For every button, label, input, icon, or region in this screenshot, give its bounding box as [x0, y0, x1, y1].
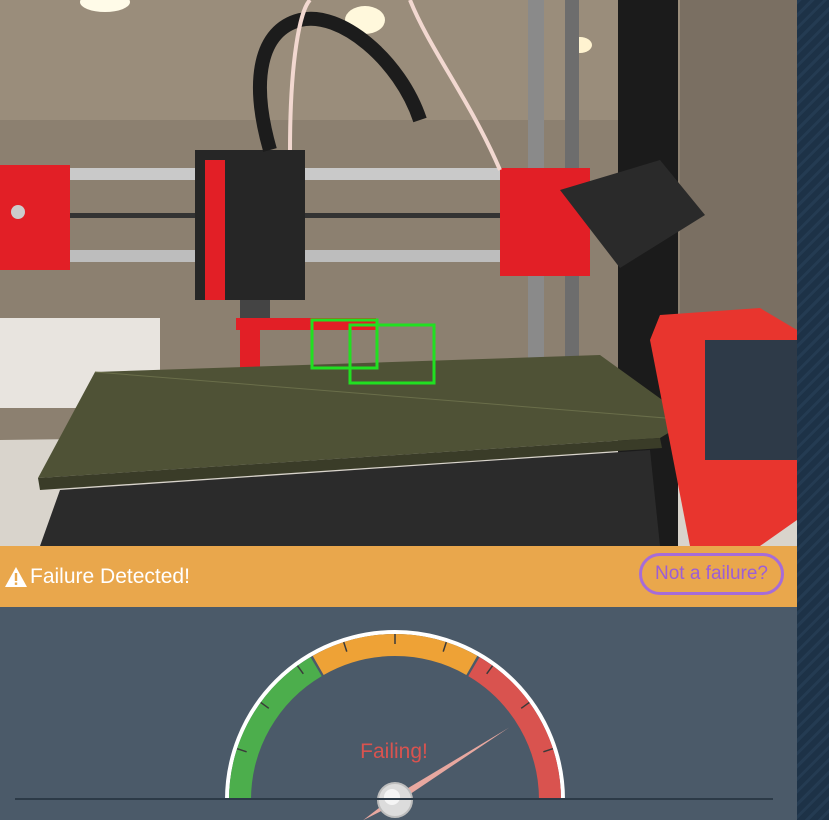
gauge-failing-zone — [468, 657, 561, 801]
failure-detected-text: Failure Detected! — [30, 564, 190, 588]
gauge-status-text: Failing! — [360, 740, 428, 763]
gauge-warning-zone — [312, 634, 478, 676]
main-panel: Failure Detected! Not a failure? Failing… — [0, 0, 797, 820]
webcam-feed — [0, 0, 797, 546]
failure-gauge: Failing! — [0, 607, 797, 820]
gauge-good-zone — [229, 657, 322, 801]
gauge-hub-highlight — [384, 789, 400, 805]
not-a-failure-button[interactable]: Not a failure? — [638, 553, 784, 595]
gauge-baseline — [15, 798, 773, 800]
warning-triangle-icon — [5, 566, 27, 587]
failure-alert-bar: Failure Detected! Not a failure? — [0, 546, 797, 607]
gauge-dial — [225, 630, 565, 820]
webcam-image — [0, 0, 797, 546]
